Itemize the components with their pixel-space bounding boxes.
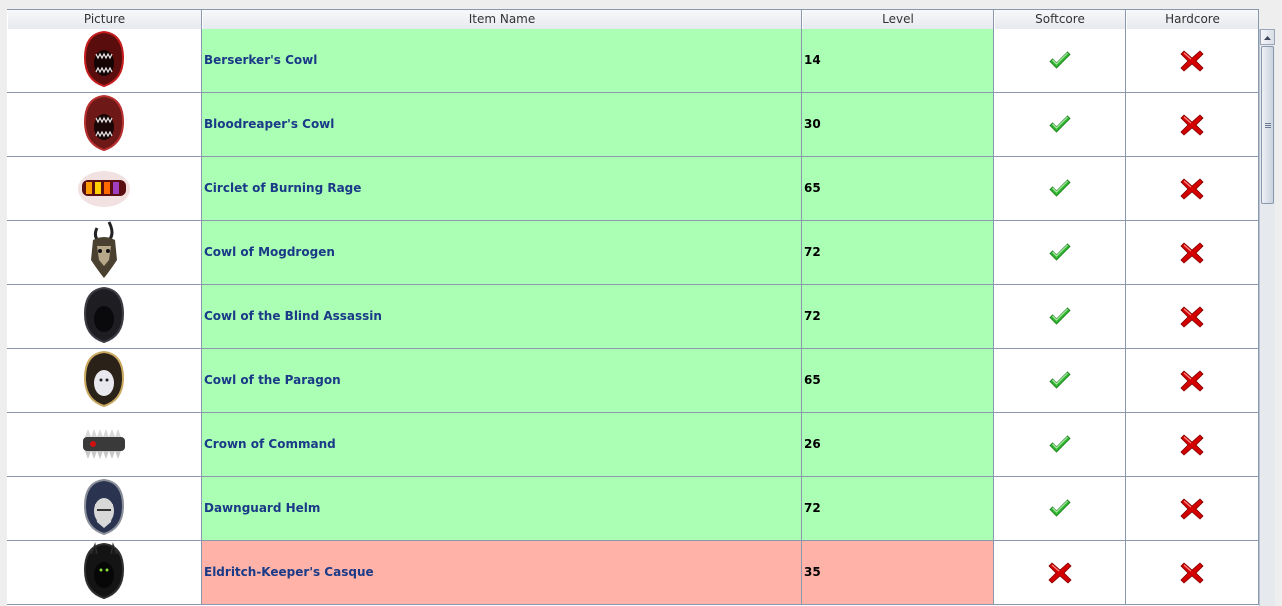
item-name-cell: Circlet of Burning Rage [202, 157, 802, 221]
item-name-cell: Bloodreaper's Cowl [202, 93, 802, 157]
table-row[interactable]: Dawnguard Helm 72 [7, 477, 1259, 541]
cross-icon [1047, 560, 1073, 586]
checkmark-icon [1047, 112, 1073, 138]
softcore-cell [994, 93, 1126, 157]
item-name-cell: Berserker's Cowl [202, 29, 802, 93]
hardcore-cell [1126, 477, 1259, 541]
hardcore-cell [1126, 221, 1259, 285]
cross-icon [1179, 48, 1205, 74]
level-cell: 72 [802, 285, 994, 349]
picture-cell [7, 413, 202, 477]
cross-icon [1179, 304, 1205, 330]
cowl-of-the-paragon-icon [79, 348, 129, 414]
grip-line [1265, 127, 1271, 128]
picture-cell [7, 29, 202, 93]
grip-line [1265, 123, 1271, 124]
checkmark-icon [1047, 432, 1073, 458]
berserkers-cowl-icon [79, 28, 129, 94]
crown-of-command-icon [79, 423, 129, 467]
hardcore-cell [1126, 93, 1259, 157]
softcore-cell [994, 285, 1126, 349]
column-header-picture[interactable]: Picture [7, 10, 202, 29]
picture-cell [7, 285, 202, 349]
level-cell: 72 [802, 221, 994, 285]
bloodreapers-cowl-icon [79, 92, 129, 158]
softcore-cell [994, 477, 1126, 541]
cross-icon [1179, 560, 1205, 586]
hardcore-cell [1126, 541, 1259, 605]
level-cell: 65 [802, 157, 994, 221]
item-name-cell: Crown of Command [202, 413, 802, 477]
cross-icon [1179, 496, 1205, 522]
picture-cell [7, 220, 202, 286]
column-header-hardcore[interactable]: Hardcore [1126, 10, 1259, 29]
cross-icon [1179, 112, 1205, 138]
circlet-of-burning-rage-icon [74, 162, 134, 216]
softcore-cell [994, 221, 1126, 285]
softcore-cell [994, 157, 1126, 221]
picture-cell [7, 477, 202, 541]
column-header-level[interactable]: Level [802, 10, 994, 29]
softcore-cell [994, 541, 1126, 605]
level-cell: 26 [802, 413, 994, 477]
picture-cell [7, 93, 202, 157]
dawnguard-helm-icon [79, 476, 129, 542]
picture-cell [7, 349, 202, 413]
softcore-cell [994, 29, 1126, 93]
softcore-cell [994, 413, 1126, 477]
table-row[interactable]: Cowl of the Paragon 65 [7, 349, 1259, 413]
cross-icon [1179, 240, 1205, 266]
cross-icon [1179, 176, 1205, 202]
level-cell: 72 [802, 477, 994, 541]
softcore-cell [994, 349, 1126, 413]
picture-cell [7, 157, 202, 221]
item-name-cell: Cowl of Mogdrogen [202, 221, 802, 285]
column-header-item-name[interactable]: Item Name [202, 10, 802, 29]
item-name-cell: Cowl of the Blind Assassin [202, 285, 802, 349]
level-cell: 35 [802, 541, 994, 605]
cowl-of-mogdrogen-icon [79, 220, 129, 286]
item-name-cell: Dawnguard Helm [202, 477, 802, 541]
item-name-cell: Eldritch-Keeper's Casque [202, 541, 802, 605]
table-row[interactable]: Berserker's Cowl 14 [7, 29, 1259, 93]
table-row[interactable]: Bloodreaper's Cowl 30 [7, 93, 1259, 157]
cowl-of-the-blind-assassin-icon [79, 284, 129, 350]
picture-cell [7, 541, 202, 605]
hardcore-cell [1126, 157, 1259, 221]
scroll-up-button[interactable] [1260, 29, 1275, 45]
level-cell: 65 [802, 349, 994, 413]
hardcore-cell [1126, 413, 1259, 477]
item-name-cell: Cowl of the Paragon [202, 349, 802, 413]
checkmark-icon [1047, 304, 1073, 330]
table-row[interactable]: Eldritch-Keeper's Casque 35 [7, 541, 1259, 605]
level-cell: 30 [802, 93, 994, 157]
checkmark-icon [1047, 496, 1073, 522]
table-row[interactable]: Circlet of Burning Rage 65 [7, 157, 1259, 221]
eldritch-keepers-casque-icon [79, 540, 129, 606]
hardcore-cell [1126, 285, 1259, 349]
scroll-thumb[interactable] [1261, 46, 1274, 204]
table-row[interactable]: Cowl of Mogdrogen 72 [7, 220, 1259, 286]
checkmark-icon [1047, 48, 1073, 74]
cross-icon [1179, 432, 1205, 458]
checkmark-icon [1047, 368, 1073, 394]
hardcore-cell [1126, 29, 1259, 93]
table-row[interactable]: Crown of Command 26 [7, 413, 1259, 477]
unique-items-table: Picture Item Name Level Softcore Hardcor… [7, 9, 1259, 606]
cross-icon [1179, 368, 1205, 394]
checkmark-icon [1047, 240, 1073, 266]
table-row[interactable]: Cowl of the Blind Assassin 72 [7, 285, 1259, 349]
vertical-scrollbar[interactable] [1259, 29, 1275, 606]
hardcore-cell [1126, 349, 1259, 413]
checkmark-icon [1047, 176, 1073, 202]
grip-line [1265, 125, 1271, 126]
column-header-softcore[interactable]: Softcore [994, 10, 1126, 29]
level-cell: 14 [802, 29, 994, 93]
arrow-up-icon [1264, 36, 1271, 40]
table-header: Picture Item Name Level Softcore Hardcor… [7, 9, 1259, 29]
